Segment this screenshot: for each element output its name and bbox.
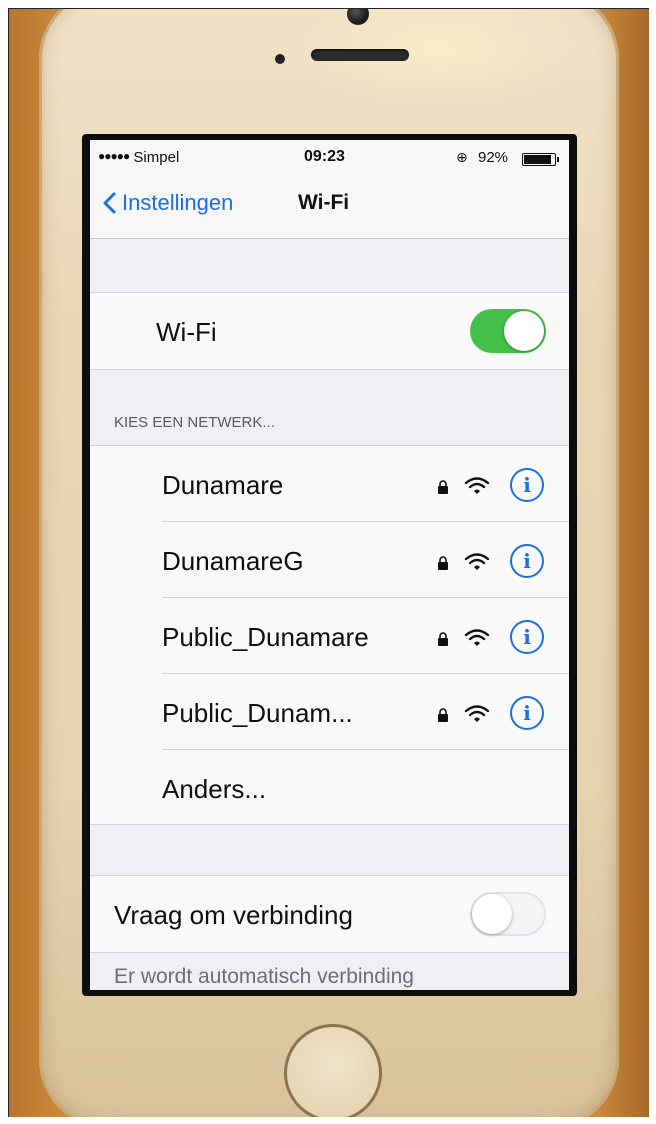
wifi-switch-knob [504, 311, 544, 351]
back-button[interactable]: Instellingen [102, 190, 233, 216]
network-row-dunamareg[interactable]: DunamareG i [90, 522, 569, 597]
ask-to-join-cell: Vraag om verbinding [90, 875, 569, 953]
wifi-settings-screen: ●●●●● Simpel 09:23 ⊕ 92% Instellingen Wi… [90, 140, 569, 990]
proximity-sensor [275, 54, 285, 64]
lock-icon [438, 480, 448, 494]
info-icon[interactable]: i [510, 696, 544, 730]
lock-icon [438, 632, 448, 646]
battery-icon [522, 153, 559, 166]
info-icon[interactable]: i [510, 544, 544, 578]
navigation-bar: Instellingen Wi-Fi [90, 176, 569, 239]
page-title: Wi-Fi [298, 191, 350, 214]
ask-to-join-label: Vraag om verbinding [114, 900, 353, 930]
network-list: Dunamare i DunamareG i Public_Dunamare i… [90, 445, 569, 825]
battery-fill [524, 155, 551, 164]
network-row-public-dunam-truncated[interactable]: Public_Dunam... i [90, 674, 569, 749]
other-network-row[interactable]: Anders... [90, 750, 569, 825]
status-time: 09:23 [304, 148, 345, 165]
network-row-dunamare[interactable]: Dunamare i [90, 446, 569, 521]
carrier-name: Simpel [133, 149, 180, 166]
battery-tip [557, 157, 559, 162]
other-network-label: Anders... [162, 774, 267, 804]
wifi-signal-icon [464, 477, 490, 494]
ask-to-join-switch-knob [472, 894, 512, 934]
ask-to-join-switch[interactable] [470, 892, 546, 936]
wifi-toggle-cell: Wi-Fi [90, 292, 569, 370]
earpiece-speaker [311, 49, 409, 61]
battery-percent: 92% [478, 149, 509, 166]
wifi-switch[interactable] [470, 309, 546, 353]
wifi-signal-icon [464, 553, 490, 570]
network-name: DunamareG [162, 546, 304, 576]
photo-frame: ●●●●● Simpel 09:23 ⊕ 92% Instellingen Wi… [8, 8, 649, 1117]
rotation-lock-icon: ⊕ [456, 149, 468, 165]
home-button[interactable] [284, 1024, 382, 1117]
back-button-label: Instellingen [122, 190, 234, 215]
lock-icon [438, 708, 448, 722]
wifi-toggle-label: Wi-Fi [156, 317, 217, 347]
wifi-signal-icon [464, 705, 490, 722]
network-name: Public_Dunam... [162, 698, 353, 728]
info-icon[interactable]: i [510, 468, 544, 502]
networks-section-header: KIES EEN NETWERK... [114, 414, 275, 431]
network-row-public-dunamare[interactable]: Public_Dunamare i [90, 598, 569, 673]
lock-icon [438, 556, 448, 570]
info-icon[interactable]: i [510, 620, 544, 654]
wifi-signal-icon [464, 629, 490, 646]
chevron-left-icon [103, 192, 116, 214]
status-bar: ●●●●● Simpel 09:23 ⊕ 92% [90, 140, 569, 176]
carrier: ●●●●● Simpel [98, 149, 179, 166]
ask-to-join-footer: Er wordt automatisch verbinding [114, 965, 414, 988]
signal-strength-dots: ●●●●● [98, 149, 130, 163]
network-name: Dunamare [162, 470, 284, 500]
network-name: Public_Dunamare [162, 622, 369, 652]
